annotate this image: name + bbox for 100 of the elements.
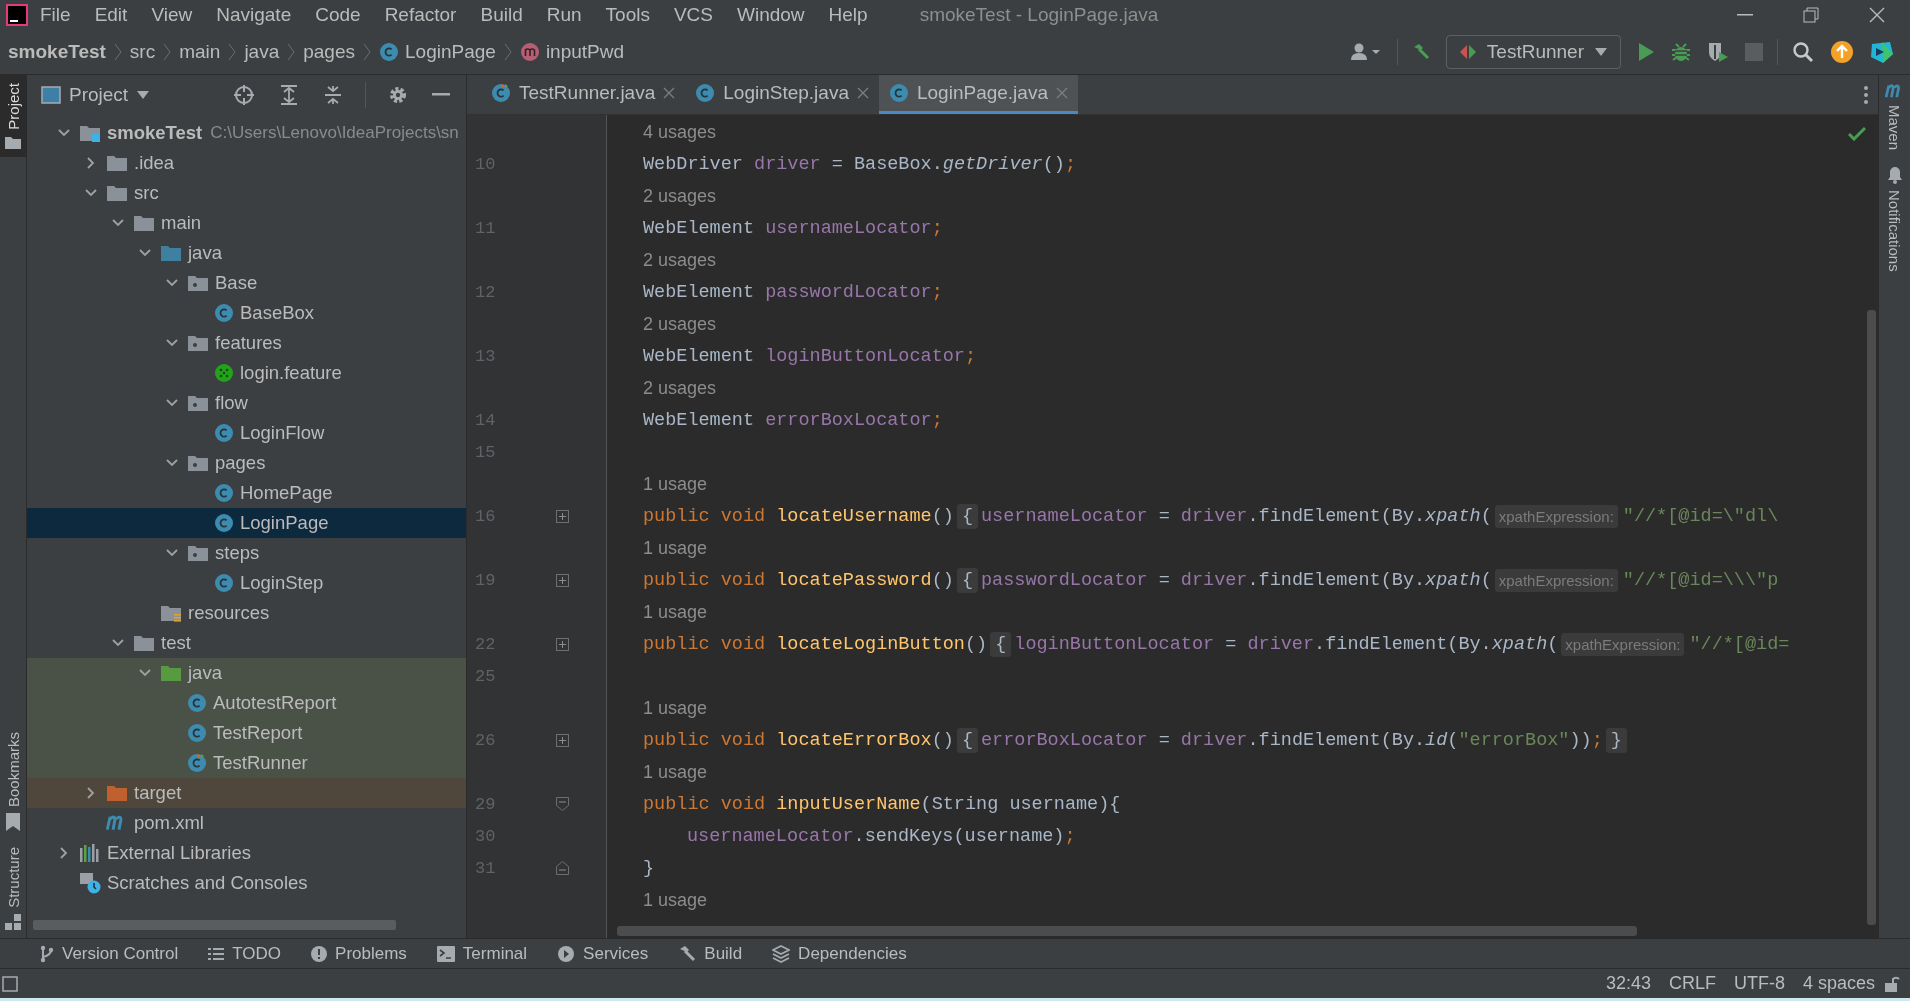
status-item[interactable]: 4 spaces — [1793, 973, 1884, 994]
menu-item[interactable]: Code — [303, 4, 373, 26]
status-item[interactable]: 32:43 — [1596, 973, 1660, 994]
project-view-selector[interactable]: Project — [41, 84, 151, 106]
crosshair-icon[interactable] — [233, 84, 255, 106]
menu-item[interactable]: File — [28, 4, 83, 26]
tool-window-button[interactable]: Terminal — [426, 938, 542, 969]
breadcrumb-item[interactable]: pages — [303, 41, 355, 63]
menu-item[interactable]: Edit — [82, 4, 140, 26]
tree-item[interactable]: features — [27, 328, 466, 358]
tree-item[interactable]: pages — [27, 448, 466, 478]
tree-item[interactable]: test — [27, 628, 466, 658]
status-item[interactable]: UTF-8 — [1724, 973, 1794, 994]
usage-hint[interactable]: 1 usage — [607, 889, 708, 911]
coverage-icon[interactable] — [1707, 41, 1729, 63]
tree-item[interactable]: resources — [27, 598, 466, 628]
menu-item[interactable]: VCS — [661, 4, 725, 26]
tool-window-tab[interactable]: Bookmarks — [0, 724, 26, 840]
close-icon[interactable] — [1869, 7, 1885, 23]
tree-item[interactable]: AutotestReport — [27, 688, 466, 718]
folded-code[interactable]: { — [956, 567, 978, 593]
menu-item[interactable]: Refactor — [372, 4, 469, 26]
tree-item[interactable]: LoginStep — [27, 568, 466, 598]
lock-icon[interactable] — [1884, 974, 1900, 993]
collapse-all-icon[interactable] — [323, 85, 343, 105]
search-icon[interactable] — [1792, 41, 1814, 63]
breadcrumb-item[interactable]: src — [129, 41, 156, 63]
restore-icon[interactable] — [1803, 7, 1819, 23]
tool-window-button[interactable]: TODO — [198, 938, 296, 969]
usage-hint[interactable]: 1 usage — [607, 601, 708, 623]
scrollbar[interactable] — [33, 920, 396, 930]
usage-hint[interactable]: 2 usages — [607, 249, 717, 271]
folded-code[interactable]: } — [1605, 727, 1627, 753]
toolbox-icon[interactable] — [1870, 40, 1894, 64]
tool-window-button[interactable]: Build — [668, 938, 757, 969]
menu-item[interactable]: View — [139, 4, 205, 26]
menu-item[interactable]: Tools — [593, 4, 662, 26]
update-icon[interactable] — [1830, 40, 1854, 64]
close-icon[interactable] — [663, 87, 676, 99]
bug-icon[interactable] — [1671, 42, 1691, 62]
tree-item[interactable]: External Libraries — [27, 838, 466, 868]
menu-item[interactable]: Build — [468, 4, 535, 26]
usage-hint[interactable]: 2 usages — [607, 377, 717, 399]
editor-tab[interactable]: LoginPage.java — [878, 75, 1078, 114]
tree-item[interactable]: java — [27, 238, 466, 268]
tree-item[interactable]: main — [27, 208, 466, 238]
tree-item[interactable]: target — [27, 778, 466, 808]
usage-hint[interactable]: 1 usage — [607, 761, 708, 783]
tree-item[interactable]: BaseBox — [27, 298, 466, 328]
breadcrumb-item[interactable]: main — [179, 41, 221, 63]
tool-window-button[interactable]: Problems — [301, 938, 421, 969]
tree-item[interactable]: TestRunner — [27, 748, 466, 778]
breadcrumb-item[interactable]: LoginPage — [379, 41, 496, 63]
usage-hint[interactable]: 1 usage — [607, 537, 708, 559]
status-item[interactable]: CRLF — [1659, 973, 1725, 994]
tool-window-button[interactable]: Services — [547, 938, 663, 969]
breadcrumb-item[interactable]: java — [244, 41, 280, 63]
tool-window-tab[interactable]: Notifications — [1879, 158, 1910, 280]
usage-hint[interactable]: 2 usages — [607, 313, 717, 335]
scrollbar[interactable] — [1867, 310, 1876, 925]
expand-fold-icon[interactable] — [555, 573, 569, 587]
tree-item[interactable]: java — [27, 658, 466, 688]
menu-item[interactable]: Window — [725, 4, 817, 26]
tree-item[interactable]: src — [27, 178, 466, 208]
tree-item[interactable]: flow — [27, 388, 466, 418]
folded-code[interactable]: { — [956, 503, 978, 529]
fold-start-icon[interactable] — [555, 797, 569, 811]
fold-end-icon[interactable] — [555, 861, 569, 875]
user-icon[interactable] — [1350, 42, 1383, 62]
minus-icon[interactable] — [432, 93, 450, 97]
usage-hint[interactable]: 1 usage — [607, 473, 708, 495]
usage-hint[interactable]: 4 usages — [607, 121, 717, 143]
menu-item[interactable]: Navigate — [204, 4, 304, 26]
expand-all-icon[interactable] — [279, 85, 299, 105]
tree-item[interactable]: Scratches and Consoles — [27, 868, 466, 898]
close-icon[interactable] — [856, 87, 869, 99]
breadcrumb-item[interactable]: smokeTest — [8, 41, 106, 63]
tool-window-button[interactable]: Version Control — [30, 938, 193, 969]
tree-item[interactable]: pom.xml — [27, 808, 466, 838]
tree-item[interactable]: LoginPage — [27, 508, 466, 538]
tree-item[interactable]: steps — [27, 538, 466, 568]
expand-fold-icon[interactable] — [555, 733, 569, 747]
menu-item[interactable]: Help — [816, 4, 880, 26]
minimize-icon[interactable] — [1737, 14, 1753, 16]
tree-item[interactable]: Base — [27, 268, 466, 298]
settings-icon[interactable] — [388, 85, 408, 105]
panel-toggle-icon[interactable] — [2, 975, 18, 992]
tool-window-tab[interactable]: Maven — [1879, 75, 1910, 159]
breadcrumb-item[interactable]: inputPwd — [519, 41, 625, 63]
more-icon[interactable] — [1864, 85, 1868, 104]
tree-item[interactable]: LoginFlow — [27, 418, 466, 448]
tool-window-tab[interactable]: Structure — [0, 839, 26, 938]
menu-item[interactable]: Run — [534, 4, 594, 26]
scrollbar[interactable] — [617, 926, 1637, 936]
expand-fold-icon[interactable] — [555, 637, 569, 651]
folded-code[interactable]: { — [956, 727, 978, 753]
tree-item[interactable]: login.feature — [27, 358, 466, 388]
expand-fold-icon[interactable] — [555, 509, 569, 523]
folded-code[interactable]: { — [990, 631, 1012, 657]
tree-item[interactable]: smokeTest C:\Users\Lenovo\IdeaProjects\sn — [27, 118, 466, 148]
